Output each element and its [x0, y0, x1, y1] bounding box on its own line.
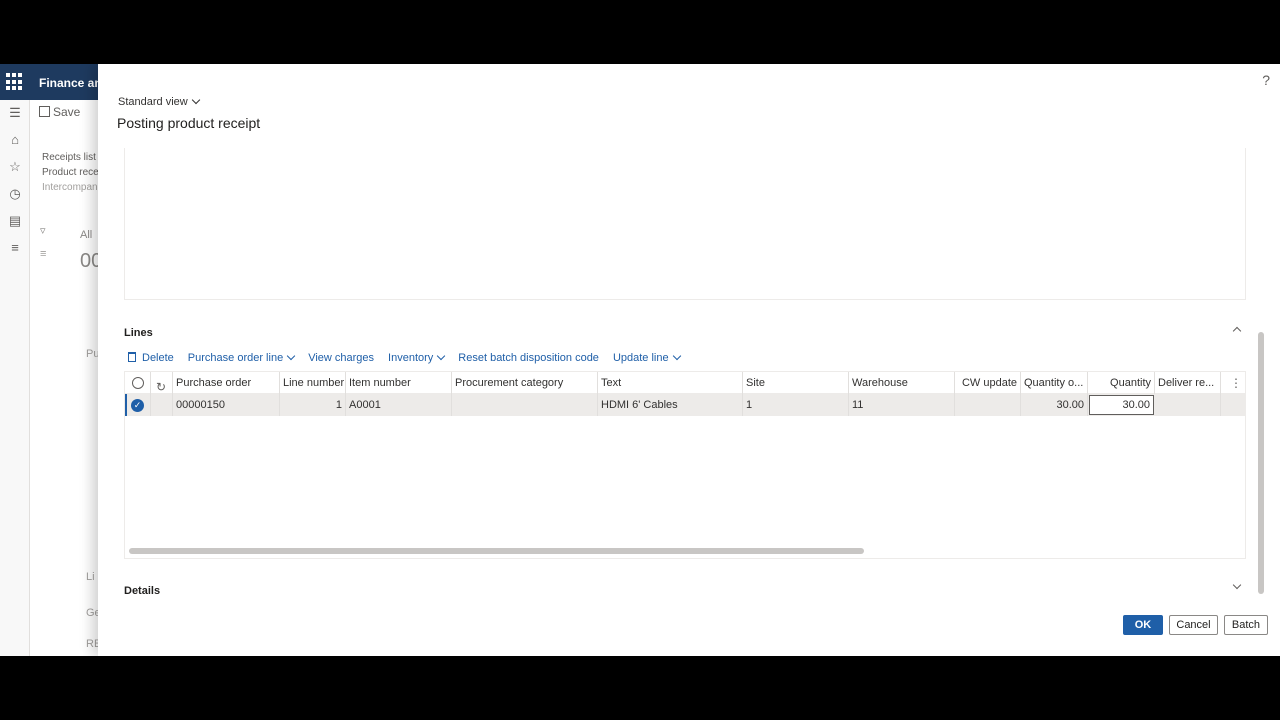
- purchase-order-line-menu[interactable]: Purchase order line: [188, 351, 296, 364]
- screen: Finance and ☰ ⌂ ☆ ◷ ▤ ≡ Save Receipts li…: [0, 64, 1280, 656]
- nav-rail: ☰ ⌂ ☆ ◷ ▤ ≡: [0, 100, 30, 656]
- chevron-down-icon: [672, 351, 681, 361]
- cell-warehouse[interactable]: 11: [849, 394, 955, 416]
- workspace-icon[interactable]: ▤: [7, 213, 23, 229]
- background-all-label: All: [80, 229, 93, 241]
- cell-cw-update: [955, 394, 1021, 416]
- col-quantity[interactable]: Quantity: [1088, 372, 1155, 394]
- cell-procurement-category: [452, 394, 598, 416]
- chevron-down-icon: [191, 95, 200, 105]
- lines-grid: ↻ Purchase order Line number Item number…: [124, 371, 1246, 559]
- home-icon[interactable]: ⌂: [7, 132, 23, 148]
- col-line-number[interactable]: Line number: [280, 372, 346, 394]
- more-columns-icon[interactable]: ⋮: [1230, 372, 1242, 394]
- row-checked-icon[interactable]: ✓: [131, 399, 144, 412]
- cell-quantity-ordered: 30.00: [1021, 394, 1088, 416]
- col-procurement-category[interactable]: Procurement category: [452, 372, 598, 394]
- menu-icon[interactable]: ☰: [7, 105, 23, 121]
- chevron-down-icon: [286, 351, 296, 361]
- list-icon[interactable]: ≡: [7, 240, 23, 256]
- posting-dialog: ? Standard view Posting product receipt …: [98, 64, 1280, 656]
- clock-icon[interactable]: ◷: [7, 186, 23, 202]
- lines-icon: ≡: [40, 248, 47, 260]
- batch-button[interactable]: Batch: [1224, 615, 1268, 635]
- collapse-lines-icon[interactable]: [1229, 324, 1242, 336]
- delete-button[interactable]: Delete: [128, 352, 174, 364]
- select-all-radio[interactable]: [132, 377, 144, 389]
- cell-line-number: 1: [280, 394, 346, 416]
- refresh-icon[interactable]: ↻: [156, 376, 166, 394]
- col-cw-update[interactable]: CW update: [955, 372, 1021, 394]
- refresh-cell[interactable]: ↻: [151, 372, 173, 394]
- background-links: Receipts list Product rece Intercompan: [42, 150, 99, 195]
- reset-batch-disposition-button[interactable]: Reset batch disposition code: [458, 352, 599, 364]
- col-text[interactable]: Text: [598, 372, 743, 394]
- ok-button[interactable]: OK: [1123, 615, 1163, 635]
- cell-purchase-order[interactable]: 00000150: [173, 394, 280, 416]
- col-deliver-remainder[interactable]: Deliver re...: [1155, 372, 1221, 394]
- lines-section-header[interactable]: Lines: [124, 327, 153, 339]
- save-icon: [39, 106, 50, 117]
- details-section-header[interactable]: Details: [124, 585, 160, 597]
- parameters-area: [124, 148, 1246, 300]
- cell-site[interactable]: 1: [743, 394, 849, 416]
- update-line-menu[interactable]: Update line: [613, 351, 681, 364]
- trash-icon: [128, 352, 136, 362]
- background-save-button[interactable]: Save: [39, 105, 80, 119]
- col-purchase-order[interactable]: Purchase order: [173, 372, 280, 394]
- view-selector[interactable]: Standard view: [118, 95, 200, 108]
- star-icon[interactable]: ☆: [7, 159, 23, 175]
- filter-icon[interactable]: ▿: [40, 224, 46, 237]
- cancel-button[interactable]: Cancel: [1169, 615, 1218, 635]
- vertical-scrollbar[interactable]: [1258, 332, 1264, 594]
- cell-deliver-remainder: [1155, 394, 1221, 416]
- select-all-cell[interactable]: [125, 372, 151, 394]
- row-blank-cell: [151, 394, 173, 416]
- dialog-title: Posting product receipt: [117, 115, 261, 131]
- col-quantity-ordered[interactable]: Quantity o...: [1021, 372, 1088, 394]
- background-link[interactable]: Intercompan: [42, 180, 99, 195]
- cell-item-number[interactable]: A0001: [346, 394, 452, 416]
- inventory-menu[interactable]: Inventory: [388, 351, 446, 364]
- chevron-down-icon: [437, 351, 446, 361]
- table-row[interactable]: ✓ 00000150 1 A0001 HDMI 6' Cables 1 11 3…: [125, 394, 1245, 416]
- col-warehouse[interactable]: Warehouse: [849, 372, 955, 394]
- background-link[interactable]: Receipts list: [42, 150, 99, 165]
- lines-toolbar: Delete Purchase order line View charges …: [128, 351, 694, 364]
- col-site[interactable]: Site: [743, 372, 849, 394]
- background-link[interactable]: Product rece: [42, 165, 99, 180]
- col-item-number[interactable]: Item number: [346, 372, 452, 394]
- horizontal-scrollbar[interactable]: [129, 548, 864, 554]
- grid-header: ↻ Purchase order Line number Item number…: [125, 372, 1245, 394]
- quantity-input[interactable]: 30.00: [1089, 395, 1154, 415]
- expand-details-icon[interactable]: [1229, 580, 1242, 593]
- view-charges-button[interactable]: View charges: [308, 352, 374, 364]
- cell-text: HDMI 6' Cables: [598, 394, 743, 416]
- background-li-label: Li: [86, 571, 95, 583]
- row-select-cell[interactable]: ✓: [125, 394, 151, 416]
- waffle-icon[interactable]: [6, 73, 24, 91]
- help-icon[interactable]: ?: [1262, 72, 1270, 88]
